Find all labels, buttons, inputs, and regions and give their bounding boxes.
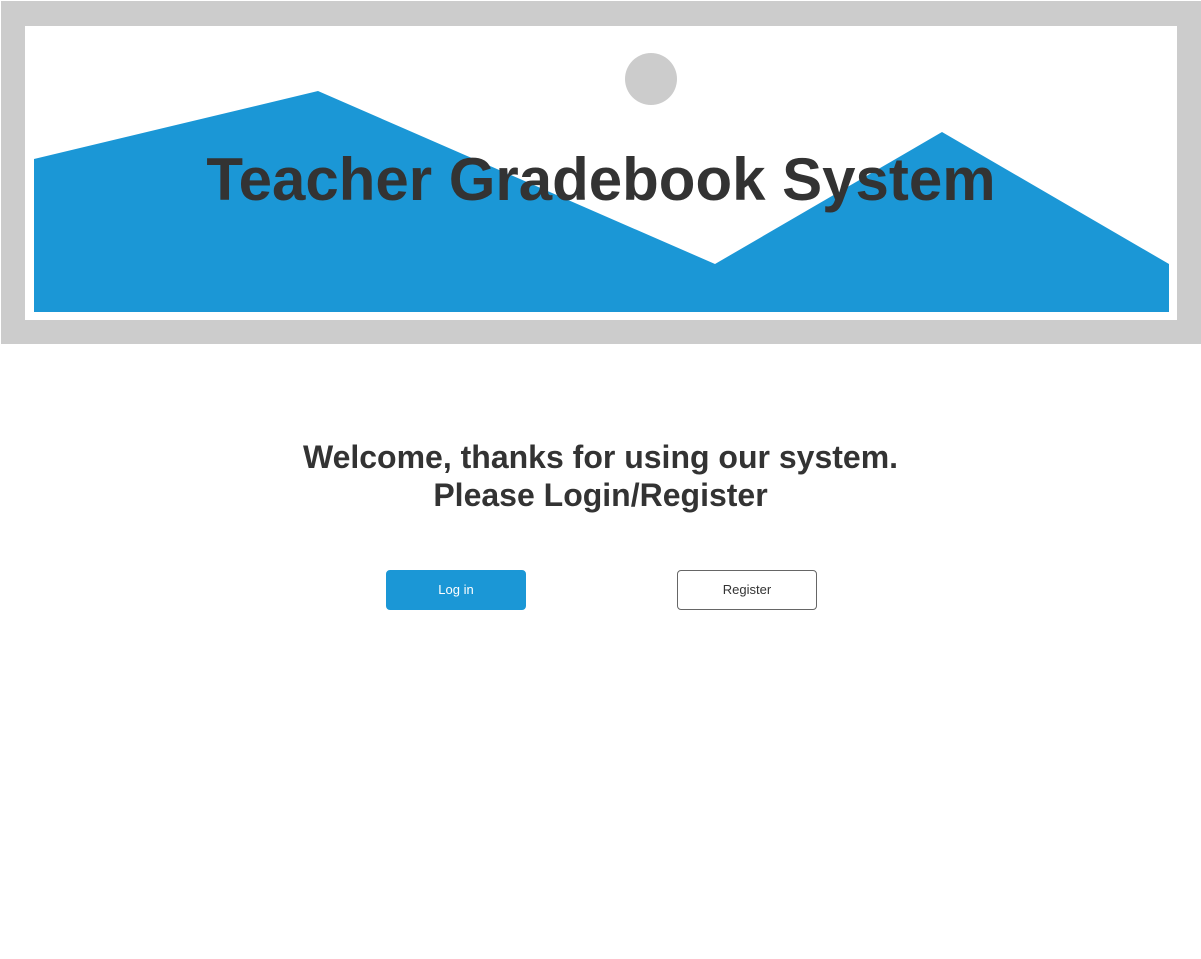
login-button[interactable]: Log in bbox=[386, 570, 526, 610]
banner-frame: Teacher Gradebook System bbox=[1, 1, 1201, 344]
sun-shape bbox=[625, 53, 677, 105]
welcome-line-1: Welcome, thanks for using our system. bbox=[302, 439, 899, 475]
register-button[interactable]: Register bbox=[677, 570, 817, 610]
welcome-message: Welcome, thanks for using our system. Pl… bbox=[0, 438, 1201, 514]
welcome-line-2: Please Login/Register bbox=[433, 477, 768, 513]
page-title: Teacher Gradebook System bbox=[206, 146, 996, 213]
landing-page: Teacher Gradebook System Welcome, thanks… bbox=[0, 0, 1201, 959]
banner-image: Teacher Gradebook System bbox=[25, 26, 1177, 320]
